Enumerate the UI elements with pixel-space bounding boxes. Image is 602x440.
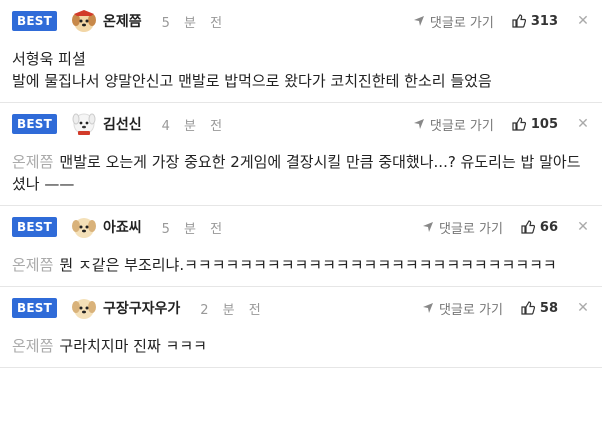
puppy-beige-avatar[interactable] [71,295,97,321]
like-button[interactable]: 58 [521,301,558,316]
comment-header: BEST 온제쯤 5 분 전 댓글로 가기 313 ✕ [12,0,590,42]
like-count: 105 [530,116,558,132]
reply-label: 댓글로 가기 [438,302,503,318]
comment-text: 구라치지마 진짜 ㅋㅋㅋ [59,337,207,355]
like-button[interactable]: 66 [521,220,558,235]
reply-arrow-icon [422,222,433,232]
reply-label: 댓글로 가기 [438,221,503,237]
comment-text: 맨발로 오는게 가장 중요한 2게임에 결장시킬 만큼 중대했나...? 유도리… [12,153,581,193]
comment-body: 온제쯤 뭔 ㅈ같은 부조리냐.ㅋㅋㅋㅋㅋㅋㅋㅋㅋㅋㅋㅋㅋㅋㅋㅋㅋㅋㅋㅋㅋㅋㅋㅋㅋㅋ… [12,248,590,286]
reply-arrow-icon [413,119,424,129]
best-badge: BEST [12,217,57,237]
reply-label: 댓글로 가기 [429,118,494,134]
like-button[interactable]: 313 [512,14,558,29]
best-badge: BEST [12,298,57,318]
author-name[interactable]: 김선신 [103,114,142,134]
comment-header: BEST 김선신 4 분 전 댓글로 가기 105 ✕ [12,103,590,145]
comment-list: BEST 온제쯤 5 분 전 댓글로 가기 313 ✕ 서형욱 피셜 발에 물집… [0,0,602,368]
best-badge: BEST [12,11,57,31]
comment-body: 온제쯤 구라치지마 진짜 ㅋㅋㅋ [12,329,590,367]
go-to-reply-link[interactable]: 댓글로 가기 [422,218,503,237]
comment-header: BEST 구장구자우가 2 분 전 댓글로 가기 58 ✕ [12,287,590,329]
comment-time: 2 분 전 [200,302,266,318]
like-count: 313 [530,13,558,29]
reply-arrow-icon [422,303,433,313]
comment-item: BEST 온제쯤 5 분 전 댓글로 가기 313 ✕ 서형욱 피셜 발에 물집… [0,0,602,103]
go-to-reply-link[interactable]: 댓글로 가기 [422,299,503,318]
mention-tag[interactable]: 온제쯤 [12,256,53,274]
comment-time: 4 분 전 [161,118,228,134]
thumbs-up-icon [521,220,535,234]
thumbs-up-icon [521,301,535,315]
author-name[interactable]: 온제쯤 [103,11,142,31]
puppy-red-avatar[interactable] [71,8,97,34]
like-count: 58 [539,300,558,316]
close-icon[interactable]: ✕ [576,116,590,132]
comment-item: BEST 아죠씨 5 분 전 댓글로 가기 66 ✕ 온제쯤 뭔 ㅈ같은 부조리냐… [0,206,602,287]
comment-header: BEST 아죠씨 5 분 전 댓글로 가기 66 ✕ [12,206,590,248]
mention-tag[interactable]: 온제쯤 [12,337,53,355]
reply-label: 댓글로 가기 [429,15,494,31]
close-icon[interactable]: ✕ [576,300,590,316]
comment-time: 5 분 전 [161,221,228,237]
best-badge: BEST [12,114,57,134]
author-name[interactable]: 아죠씨 [103,217,142,237]
comment-text: 뭔 ㅈ같은 부조리냐.ㅋㅋㅋㅋㅋㅋㅋㅋㅋㅋㅋㅋㅋㅋㅋㅋㅋㅋㅋㅋㅋㅋㅋㅋㅋㅋㅋ [59,256,557,274]
comment-item: BEST 구장구자우가 2 분 전 댓글로 가기 58 ✕ 온제쯤 구라치지마 진… [0,287,602,368]
go-to-reply-link[interactable]: 댓글로 가기 [413,12,494,31]
reply-arrow-icon [413,16,424,26]
white-dog-avatar[interactable] [71,111,97,137]
like-count: 66 [539,219,558,235]
go-to-reply-link[interactable]: 댓글로 가기 [413,115,494,134]
puppy-beige-avatar[interactable] [71,214,97,240]
thumbs-up-icon [512,14,526,28]
comment-body: 서형욱 피셜 발에 물집나서 양말안신고 맨발로 밥먹으로 왔다가 코치진한테 … [12,42,590,102]
author-name[interactable]: 구장구자우가 [103,298,180,318]
comment-text: 서형욱 피셜 발에 물집나서 양말안신고 맨발로 밥먹으로 왔다가 코치진한테 … [12,50,492,90]
comment-body: 온제쯤 맨발로 오는게 가장 중요한 2게임에 결장시킬 만큼 중대했나...? … [12,145,590,205]
like-button[interactable]: 105 [512,117,558,132]
comment-item: BEST 김선신 4 분 전 댓글로 가기 105 ✕ 온제쯤 맨발로 오는게 가… [0,103,602,206]
close-icon[interactable]: ✕ [576,219,590,235]
thumbs-up-icon [512,117,526,131]
comment-time: 5 분 전 [161,15,228,31]
close-icon[interactable]: ✕ [576,13,590,29]
mention-tag[interactable]: 온제쯤 [12,153,53,171]
